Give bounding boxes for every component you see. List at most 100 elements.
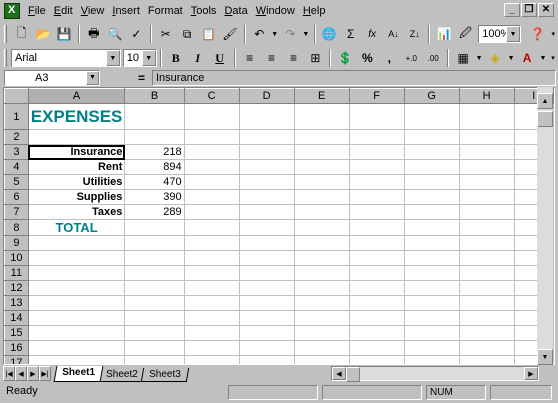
cell-b15[interactable] <box>124 325 185 341</box>
row-header[interactable]: 16 <box>4 340 29 356</box>
paste-icon[interactable]: 📋 <box>198 24 219 45</box>
cut-icon[interactable]: ✂ <box>155 24 176 45</box>
cell-c16[interactable] <box>184 340 240 356</box>
cell-g7[interactable] <box>404 204 460 220</box>
cell-h13[interactable] <box>459 295 515 311</box>
column-header-h[interactable]: H <box>458 88 515 104</box>
cell-b7[interactable]: 289 <box>124 204 185 220</box>
zoom-select[interactable]: 100% ▼ <box>478 25 522 43</box>
cell-e14[interactable] <box>294 310 350 326</box>
cell-f3[interactable] <box>349 144 405 160</box>
tab-sheet1[interactable]: Sheet1 <box>53 365 104 382</box>
menu-item-data[interactable]: Data <box>220 2 251 20</box>
tab-sheet3[interactable]: Sheet3 <box>140 367 189 382</box>
cell-b14[interactable] <box>124 310 185 326</box>
cell-g9[interactable] <box>404 235 460 251</box>
cell-g12[interactable] <box>404 280 460 296</box>
cell-a8[interactable]: TOTAL <box>28 219 126 236</box>
align-center-icon[interactable]: ≡ <box>261 48 283 69</box>
cell-e15[interactable] <box>294 325 350 341</box>
cell-e10[interactable] <box>294 250 350 266</box>
cell-g17[interactable] <box>404 355 460 364</box>
cell-h9[interactable] <box>459 235 515 251</box>
cell-h8[interactable] <box>459 219 515 236</box>
drawing-icon[interactable]: 🖉 <box>455 24 476 45</box>
row-header[interactable]: 14 <box>4 310 29 326</box>
close-button[interactable]: ✕ <box>538 3 554 17</box>
cell-e6[interactable] <box>294 189 350 205</box>
font-select[interactable]: Arial ▼ <box>11 49 121 67</box>
cell-g4[interactable] <box>404 159 460 175</box>
cell-b16[interactable] <box>124 340 185 356</box>
cell-g8[interactable] <box>404 219 460 236</box>
help-icon[interactable]: ❓ <box>527 24 548 45</box>
chevron-down-icon[interactable]: ▼ <box>141 50 156 66</box>
cell-c10[interactable] <box>184 250 240 266</box>
cell-d2[interactable] <box>239 129 295 145</box>
next-sheet-icon[interactable]: ▶ <box>27 366 39 381</box>
formula-input[interactable]: Insurance <box>152 70 556 86</box>
cell-g3[interactable] <box>404 144 460 160</box>
redo-icon[interactable]: ↷ <box>280 24 301 45</box>
worksheet-grid[interactable]: ABCDEFGHI 1 EXPENSES 2 3 Insurance 218 4 Rent 89… <box>3 87 555 365</box>
spelling-icon[interactable]: ✓ <box>126 24 147 45</box>
cell-e2[interactable] <box>294 129 350 145</box>
save-icon[interactable]: 💾 <box>54 24 75 45</box>
increase-decimal-icon[interactable]: +.0 <box>400 48 422 69</box>
scroll-left-icon[interactable]: ◀ <box>332 367 346 380</box>
cell-d7[interactable] <box>239 204 295 220</box>
cell-a15[interactable] <box>28 325 126 341</box>
cell-h16[interactable] <box>459 340 515 356</box>
cell-h4[interactable] <box>459 159 515 175</box>
cell-c12[interactable] <box>184 280 240 296</box>
cell-d3[interactable] <box>239 144 295 160</box>
cell-d11[interactable] <box>239 265 295 281</box>
cell-b9[interactable] <box>124 235 185 251</box>
scroll-down-icon[interactable]: ▼ <box>537 349 553 365</box>
cell-h1[interactable] <box>459 103 515 130</box>
cell-h17[interactable] <box>459 355 515 364</box>
menu-item-window[interactable]: Window <box>252 2 299 20</box>
font-size-select[interactable]: 10 ▼ <box>122 49 157 67</box>
cell-g15[interactable] <box>404 325 460 341</box>
cell-c11[interactable] <box>184 265 240 281</box>
percent-button[interactable]: % <box>356 48 378 69</box>
merge-center-icon[interactable]: ⊞ <box>304 48 326 69</box>
cell-b12[interactable] <box>124 280 185 296</box>
column-header-e[interactable]: E <box>293 88 350 104</box>
cell-a10[interactable] <box>28 250 126 266</box>
cell-e5[interactable] <box>294 174 350 190</box>
align-left-icon[interactable]: ≡ <box>239 48 261 69</box>
cell-f8[interactable] <box>349 219 405 236</box>
format-painter-icon[interactable]: 🖌 <box>219 24 240 45</box>
cell-a9[interactable] <box>28 235 126 251</box>
row-header[interactable]: 13 <box>4 295 29 311</box>
cell-b8[interactable] <box>124 219 185 236</box>
cell-c8[interactable] <box>184 219 240 236</box>
cell-d8[interactable] <box>239 219 295 236</box>
cell-f1[interactable] <box>349 103 405 130</box>
cell-f13[interactable] <box>349 295 405 311</box>
cell-f6[interactable] <box>349 189 405 205</box>
cell-g16[interactable] <box>404 340 460 356</box>
cell-a12[interactable] <box>28 280 126 296</box>
prev-sheet-icon[interactable]: ◀ <box>15 366 27 381</box>
cell-b1[interactable] <box>124 103 185 130</box>
menu-item-help[interactable]: Help <box>299 2 330 20</box>
last-sheet-icon[interactable]: ▶| <box>39 366 51 381</box>
cell-e8[interactable] <box>294 219 350 236</box>
cell-f4[interactable] <box>349 159 405 175</box>
cell-e1[interactable] <box>294 103 350 130</box>
cell-c3[interactable] <box>184 144 240 160</box>
cell-b3[interactable]: 218 <box>124 144 185 160</box>
cell-b10[interactable] <box>124 250 185 266</box>
chart-wizard-icon[interactable]: 📊 <box>433 24 454 45</box>
row-header[interactable]: 2 <box>4 129 29 145</box>
redo-dropdown-icon[interactable]: ▼ <box>301 31 311 38</box>
decrease-decimal-icon[interactable]: .00 <box>422 48 444 69</box>
toolbar-grip[interactable] <box>4 25 7 43</box>
menu-item-file[interactable]: File <box>24 2 50 20</box>
cell-e13[interactable] <box>294 295 350 311</box>
function-icon[interactable]: fx <box>361 24 382 45</box>
cell-b17[interactable] <box>124 355 185 364</box>
